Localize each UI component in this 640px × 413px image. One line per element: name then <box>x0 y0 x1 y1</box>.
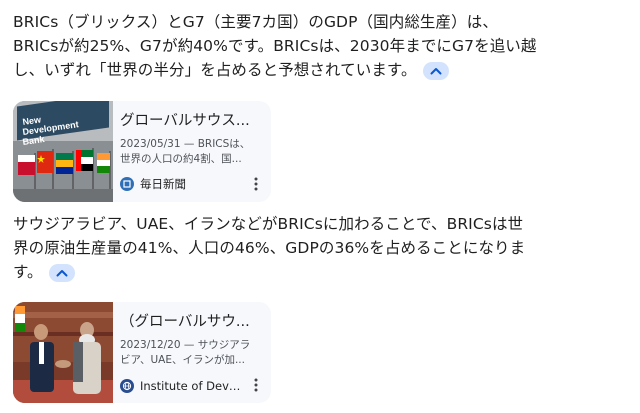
answer-line: し、いずれ「世界の半分」を占めると予想されています。 <box>13 58 632 82</box>
source-card-body: グローバルサウス... 2023/05/31 — BRICSは、 世界の人口の約… <box>120 111 261 167</box>
publisher-name: Institute of Deve... <box>140 379 243 393</box>
snippet-line: 2023/12/20 — サウジアラ <box>120 339 251 351</box>
source-thumbnail <box>13 302 113 403</box>
more-vert-icon <box>254 378 258 392</box>
answer-paragraph-1: BRICs（ブリックス）とG7（主要7カ国）のGDP（国内総生産）は、 BRIC… <box>13 10 632 82</box>
publisher-name: 毎日新聞 <box>140 177 186 191</box>
snippet-line: ビア、UAE、イランが加... <box>120 354 245 366</box>
source-publisher: 毎日新聞 <box>120 176 243 192</box>
source-publisher: Institute of Deve... <box>120 379 243 393</box>
source-card-body: （グローバルサウ... 2023/12/20 — サウジアラ ビア、UAE、イラ… <box>120 312 261 368</box>
more-vert-icon <box>254 177 258 191</box>
chevron-up-icon <box>430 67 442 74</box>
snippet-line: 2023/05/31 — BRICSは、 <box>120 138 251 150</box>
globe-favicon-icon <box>120 379 134 393</box>
source-card[interactable]: New Development Bank グローバルサウス... 2023/05… <box>13 101 271 202</box>
answer-line: BRICsが約25%、G7が約40%です。BRICsは、2030年までにG7を追… <box>13 37 537 55</box>
mainichi-favicon-icon <box>120 177 134 191</box>
snippet-line: 世界の人口の約4割、国... <box>120 153 242 165</box>
collapse-button[interactable] <box>48 263 75 282</box>
source-thumbnail: New Development Bank <box>13 101 113 202</box>
source-snippet: 2023/12/20 — サウジアラ ビア、UAE、イランが加... <box>120 338 261 368</box>
collapse-button[interactable] <box>422 61 449 80</box>
answer-line: す。 <box>13 260 632 284</box>
answer-line: 界の原油生産量の41%、人口の46%、GDPの36%を占めることになりま <box>13 239 526 257</box>
answer-line: サウジアラビア、UAE、イランなどがBRICsに加わることで、BRICsは世 <box>13 215 524 233</box>
source-title[interactable]: （グローバルサウ... <box>120 312 261 332</box>
answer-line: BRICs（ブリックス）とG7（主要7カ国）のGDP（国内総生産）は、 <box>13 13 498 31</box>
answer-paragraph-2: サウジアラビア、UAE、イランなどがBRICsに加わることで、BRICsは世 界… <box>13 212 632 284</box>
source-card[interactable]: （グローバルサウ... 2023/12/20 — サウジアラ ビア、UAE、イラ… <box>13 302 271 403</box>
more-options-button[interactable] <box>249 175 263 193</box>
source-snippet: 2023/05/31 — BRICSは、 世界の人口の約4割、国... <box>120 137 261 167</box>
more-options-button[interactable] <box>249 376 263 394</box>
chevron-up-icon <box>56 269 68 276</box>
source-title[interactable]: グローバルサウス... <box>120 111 261 131</box>
